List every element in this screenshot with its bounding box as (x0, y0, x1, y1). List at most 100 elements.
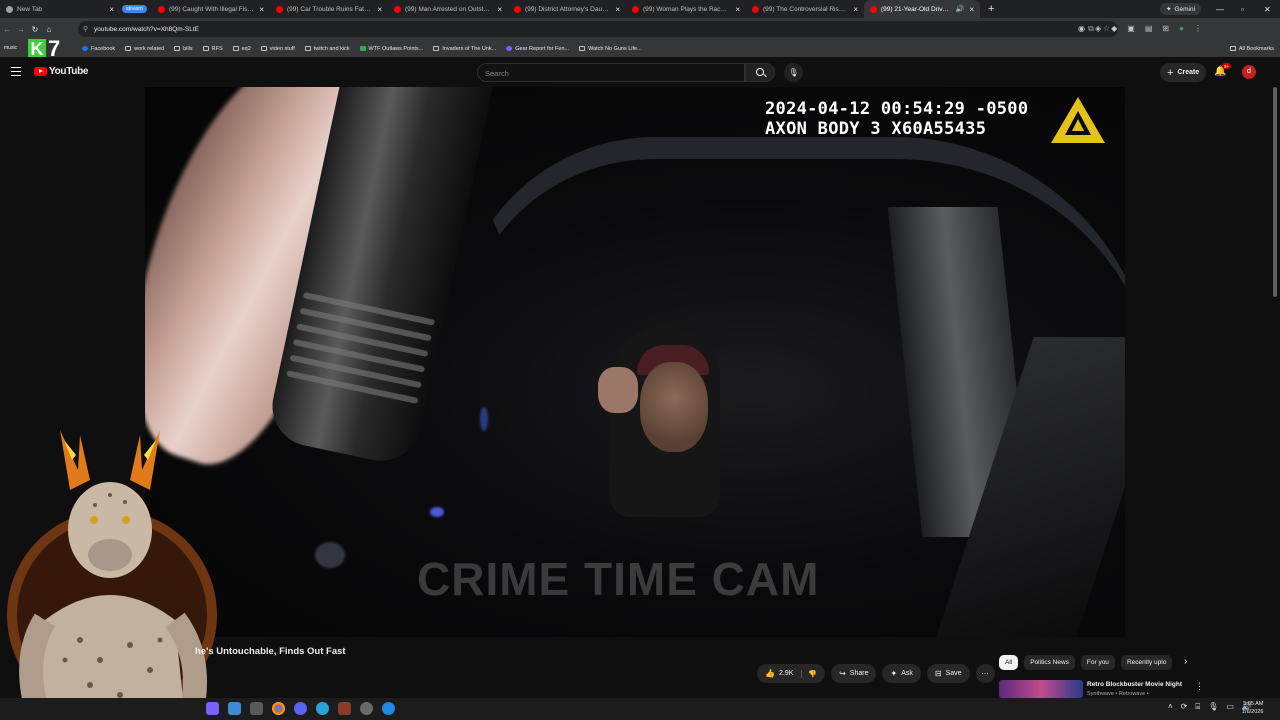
bookmark-folder[interactable]: bills (174, 46, 193, 52)
avatar[interactable]: d (1242, 65, 1256, 79)
youtube-icon (870, 5, 877, 13)
reload-icon[interactable]: ↻ (28, 25, 42, 34)
chip-recently-uploaded[interactable]: Recently uplo (1120, 655, 1173, 670)
chip-politics-news[interactable]: Politics News (1024, 655, 1075, 670)
share-button[interactable]: ↪ Share (831, 664, 877, 683)
app-icon[interactable] (206, 702, 219, 715)
app-icon[interactable] (382, 702, 395, 715)
folder-icon (232, 46, 239, 51)
folder-icon (202, 46, 209, 51)
create-button[interactable]: + Create (1160, 63, 1207, 82)
tab-active-video[interactable]: (99) 21-Year-Old Driver Thi 🔊 × (864, 0, 980, 18)
close-tab-icon[interactable]: × (109, 5, 114, 14)
recommendation-chips: All Politics News For you Recently uplo (999, 655, 1173, 670)
extensions-toolbar: ◉ ◈ ◆ ▣ ▤ ⊞ ● ⋮ (1078, 24, 1202, 33)
chip-for-you[interactable]: For you (1080, 655, 1115, 670)
url-field[interactable]: ⚲ youtube.com/watch?v=Xh8Qm-SLtE ⧉ ☆ (78, 21, 1118, 37)
folder-icon (125, 46, 132, 51)
bookmark-folder[interactable]: twitch and kick (304, 46, 350, 52)
extension-icon[interactable]: ◉ (1078, 24, 1085, 33)
close-tab-icon[interactable]: × (969, 5, 974, 14)
extensions-puzzle-icon[interactable]: ⊞ (1162, 24, 1169, 33)
profile-icon[interactable]: ● (1179, 24, 1184, 33)
bookmark-link[interactable]: Gear Report for Fen... (506, 46, 569, 52)
more-options-icon[interactable]: ⋮ (1195, 681, 1204, 692)
taskbar-clock[interactable]: 5:05 AM 1/6/2026 (1242, 700, 1263, 716)
app-icon[interactable] (228, 702, 241, 715)
site-info-icon[interactable]: ⚲ (83, 25, 88, 33)
tab-video-6[interactable]: (99) The Controversial Rise & F × (746, 0, 864, 18)
gemini-button[interactable]: ✦ Gemini (1160, 3, 1202, 15)
extension-icon[interactable]: ◈ (1095, 24, 1101, 33)
close-tab-icon[interactable]: × (735, 5, 740, 14)
close-window-icon[interactable]: ✕ (1264, 0, 1271, 18)
menu-kebab-icon[interactable]: ⋮ (1194, 24, 1202, 33)
bookmark-link[interactable]: WTF Outlaws Points... (359, 46, 423, 52)
display-icon[interactable]: ▭ (1226, 702, 1234, 712)
video-player[interactable]: 2024-04-12 00:54:29 -0500 AXON BODY 3 X6… (145, 87, 1125, 637)
recommended-video[interactable]: Retro Blockbuster Movie Night Synthwave … (999, 680, 1209, 698)
more-actions-icon[interactable]: ⋯ (975, 664, 995, 683)
close-tab-icon[interactable]: × (853, 5, 858, 14)
youtube-header: YouTube Search 🎙 + Create 🔔 9+ d (0, 57, 1280, 87)
microphone-icon[interactable]: 🎙 (1208, 702, 1218, 712)
microphone-icon[interactable]: 🎙 (784, 63, 803, 82)
bookmark-link[interactable]: Watch No Guns Life... (579, 46, 642, 52)
search-icon[interactable] (745, 63, 775, 82)
close-tab-icon[interactable]: × (497, 5, 502, 14)
video-thumbnail[interactable] (999, 680, 1083, 698)
close-tab-icon[interactable]: × (615, 5, 620, 14)
audio-icon[interactable]: 🔊 (956, 5, 965, 13)
thumbs-down-icon[interactable]: 👎 (801, 669, 817, 678)
chrome-icon[interactable] (272, 702, 285, 715)
bookmark-folder[interactable]: video stuff (260, 46, 295, 52)
sidepanel-icon[interactable]: ▤ (1145, 24, 1153, 33)
app-icon[interactable] (316, 702, 329, 715)
back-icon[interactable]: ← (0, 25, 14, 34)
refresh-icon[interactable]: ⟳ (1181, 702, 1188, 712)
minimize-icon[interactable]: — (1216, 0, 1224, 18)
new-tab-icon[interactable]: + (988, 3, 994, 15)
save-button[interactable]: ⊟ Save (926, 664, 970, 683)
music-label: music (4, 45, 18, 51)
search-input[interactable]: Search (477, 63, 745, 82)
all-bookmarks-button[interactable]: All Bookmarks (1229, 40, 1274, 57)
chevron-right-icon[interactable]: › (1184, 656, 1187, 667)
app-icon[interactable] (250, 702, 263, 715)
bookmark-link[interactable]: Invaders of The Unk... (433, 46, 496, 52)
forward-icon[interactable]: → (14, 25, 28, 34)
bookmark-folder[interactable]: work related (125, 46, 164, 52)
tab-video-4[interactable]: (99) District Attorney's Daughte × (508, 0, 626, 18)
tab-video-1[interactable]: (99) Caught With Illegal Fish in × (152, 0, 270, 18)
like-button[interactable]: 👍 2.9K 👎 (757, 664, 826, 683)
tab-video-3[interactable]: (99) Man Arrested on Outstand × (388, 0, 508, 18)
page-scrollbar[interactable] (1273, 87, 1277, 297)
extension-icon[interactable]: ▣ (1127, 24, 1135, 33)
app-icon[interactable] (338, 702, 351, 715)
youtube-logo[interactable]: YouTube (34, 66, 89, 77)
video-actions: 👍 2.9K 👎 ↪ Share ✦ Ask ⊟ Save ⋯ (757, 664, 995, 683)
site-icon (433, 46, 440, 51)
youtube-icon (276, 5, 283, 13)
discord-icon[interactable] (294, 702, 307, 715)
chip-all[interactable]: All (999, 655, 1019, 670)
network-icon[interactable]: ⌸ (1195, 702, 1200, 712)
bookmark-folder[interactable]: RFS (202, 46, 223, 52)
extension-icon[interactable]: ◆ (1111, 24, 1117, 33)
bookmark-folder[interactable]: eq2 (232, 46, 251, 52)
maximize-icon[interactable]: ▫ (1241, 0, 1244, 18)
ask-button[interactable]: ✦ Ask (882, 664, 921, 683)
close-tab-icon[interactable]: × (377, 5, 382, 14)
tab-group-stream[interactable]: stream (120, 0, 152, 18)
hamburger-menu-icon[interactable] (11, 67, 21, 79)
tab-new-tab[interactable]: New Tab × (0, 0, 120, 18)
close-tab-icon[interactable]: × (259, 5, 264, 14)
tab-video-5[interactable]: (99) Woman Plays the Race Car × (626, 0, 746, 18)
site-icon (359, 46, 366, 51)
share-icon: ↪ (839, 669, 846, 678)
chevron-up-icon[interactable]: ˄ (1168, 702, 1173, 712)
bookmark-facebook[interactable]: Facebook (82, 46, 115, 52)
tab-video-2[interactable]: (99) Car Trouble Ruins Father's × (270, 0, 388, 18)
settings-gear-icon[interactable] (360, 702, 373, 715)
home-icon[interactable]: ⌂ (42, 25, 56, 34)
